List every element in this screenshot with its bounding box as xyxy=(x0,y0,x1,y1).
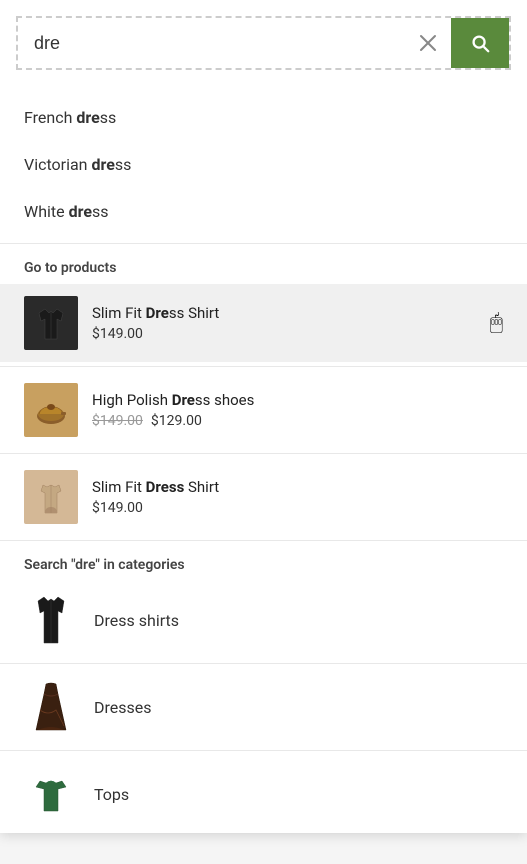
search-dropdown: French dress Victorian dress White dress… xyxy=(0,0,527,833)
search-in-categories-label: Search "dre" in categories xyxy=(0,545,527,581)
search-input[interactable] xyxy=(18,19,405,68)
category-thumbnail xyxy=(24,593,78,647)
suggestions-list: French dress Victorian dress White dress xyxy=(0,86,527,239)
product-thumbnail xyxy=(24,296,78,350)
price-current: $129.00 xyxy=(151,413,202,429)
price-current: $149.00 xyxy=(92,500,143,516)
product-name: Slim Fit Dress Shirt xyxy=(92,478,503,496)
price-row: $149.00 xyxy=(92,326,503,342)
suggestion-item[interactable]: Victorian dress xyxy=(0,141,527,188)
category-thumbnail xyxy=(24,767,78,821)
divider xyxy=(0,243,527,244)
product-info: High Polish Dress shoes $149.00 $129.00 xyxy=(92,391,503,429)
price-row: $149.00 xyxy=(92,500,503,516)
search-button[interactable] xyxy=(451,18,509,68)
product-item[interactable]: High Polish Dress shoes $149.00 $129.00 xyxy=(0,371,527,449)
suggestion-item[interactable]: French dress xyxy=(0,94,527,141)
divider xyxy=(0,540,527,541)
product-info: Slim Fit Dress Shirt $149.00 xyxy=(92,478,503,516)
category-item[interactable]: Tops xyxy=(0,755,527,833)
product-item[interactable]: Slim Fit Dress Shirt $149.00 xyxy=(0,458,527,536)
price-row: $149.00 $129.00 xyxy=(92,413,503,429)
price-original: $149.00 xyxy=(92,413,143,429)
product-name: High Polish Dress shoes xyxy=(92,391,503,409)
divider xyxy=(0,366,527,367)
divider xyxy=(0,453,527,454)
category-thumbnail xyxy=(24,680,78,734)
search-bar xyxy=(16,16,511,70)
clear-button[interactable] xyxy=(405,24,451,62)
product-thumbnail xyxy=(24,383,78,437)
product-item[interactable]: Slim Fit Dress Shirt $149.00 🖱 xyxy=(0,284,527,362)
category-item[interactable]: Dress shirts xyxy=(0,581,527,659)
price-current: $149.00 xyxy=(92,326,143,342)
divider xyxy=(0,750,527,751)
category-item[interactable]: Dresses xyxy=(0,668,527,746)
suggestion-item[interactable]: White dress xyxy=(0,188,527,235)
product-name: Slim Fit Dress Shirt xyxy=(92,304,503,322)
category-name: Dresses xyxy=(94,698,152,717)
category-name: Dress shirts xyxy=(94,611,179,630)
product-thumbnail xyxy=(24,470,78,524)
product-info: Slim Fit Dress Shirt $149.00 xyxy=(92,304,503,342)
divider xyxy=(0,663,527,664)
category-name: Tops xyxy=(94,785,129,804)
go-to-products-label: Go to products xyxy=(0,248,527,284)
